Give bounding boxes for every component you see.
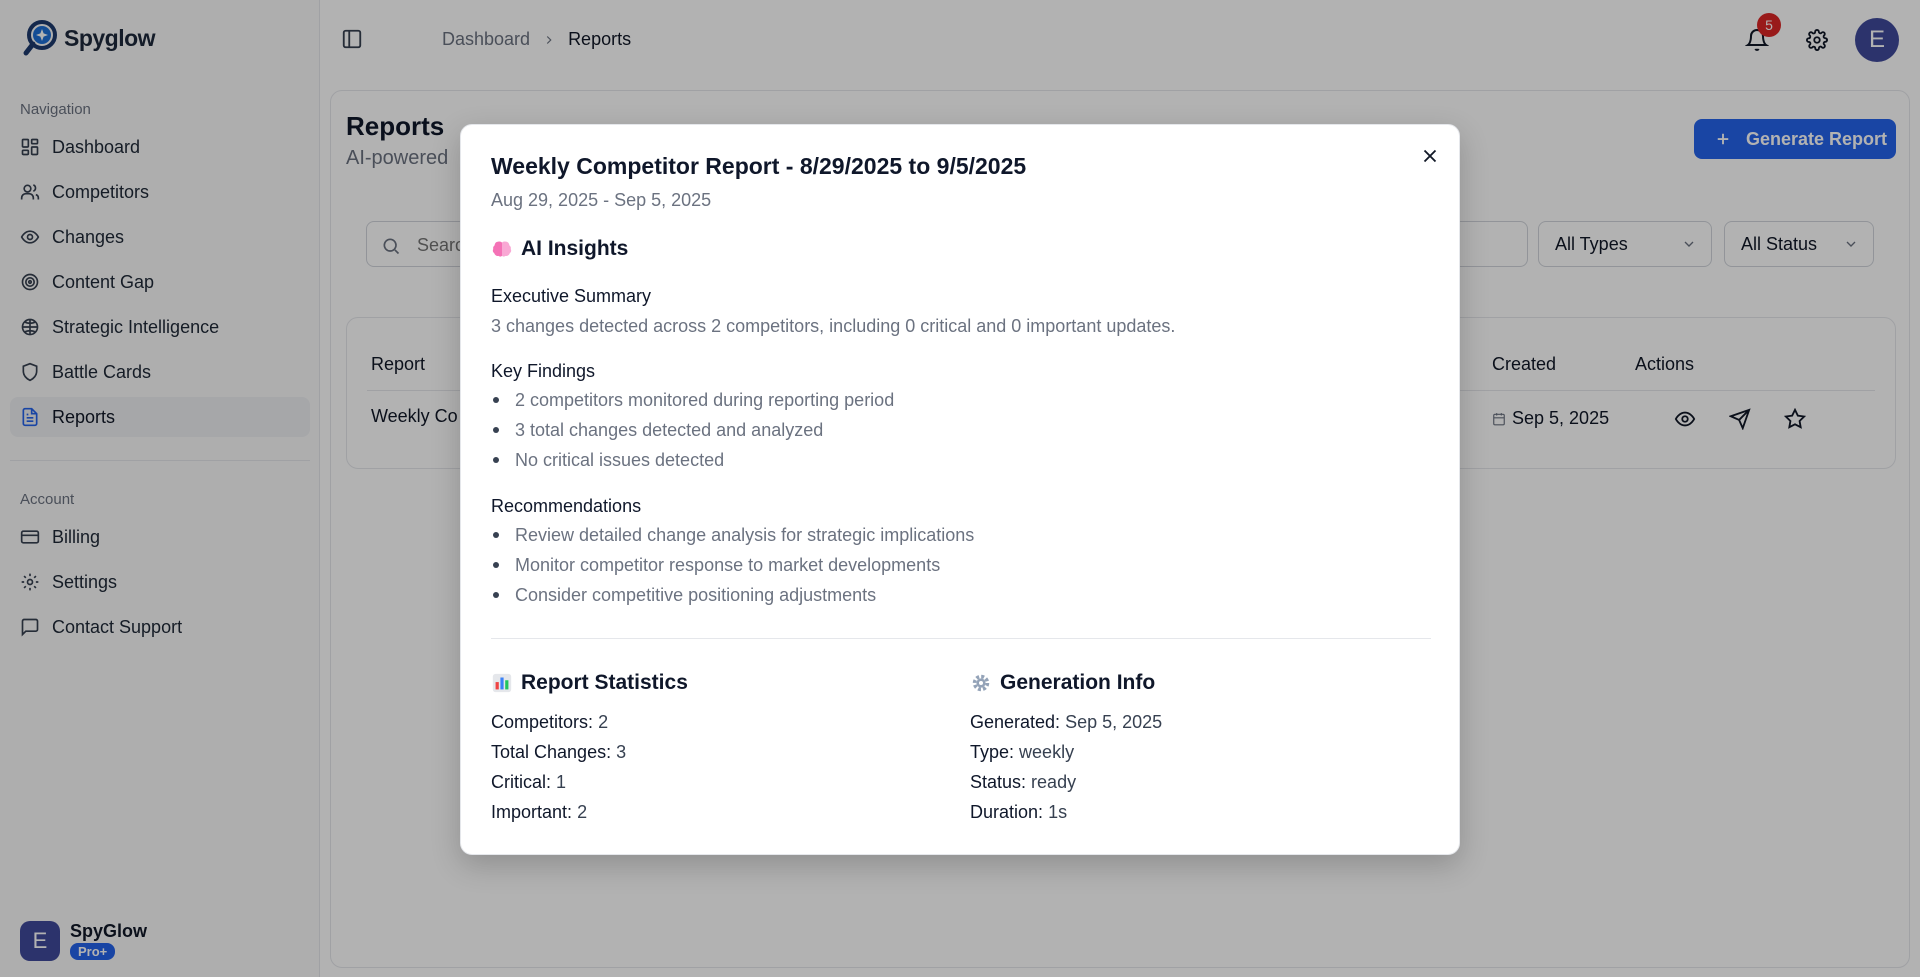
stat-important: Important: 2 <box>491 802 588 822</box>
recommendations-list: Review detailed change analysis for stra… <box>491 520 974 610</box>
report-detail-modal: Weekly Competitor Report - 8/29/2025 to … <box>460 124 1460 855</box>
generation-info-heading: Generation Info <box>970 671 1155 695</box>
stat-competitors: Competitors: 2 <box>491 712 609 732</box>
list-item: 3 total changes detected and analyzed <box>491 415 894 445</box>
generation-info-title: Generation Info <box>1000 671 1156 694</box>
brain-icon <box>492 241 512 257</box>
executive-summary-label: Executive Summary <box>491 286 652 306</box>
ai-insights-heading: AI Insights <box>491 237 628 261</box>
modal-divider <box>491 638 1431 639</box>
gen-type: Type: weekly <box>970 742 1075 762</box>
gen-duration: Duration: 1s <box>970 802 1068 822</box>
list-item: Consider competitive positioning adjustm… <box>491 580 974 610</box>
report-statistics-heading: Report Statistics <box>491 671 688 695</box>
list-item: Monitor competitor response to market de… <box>491 550 974 580</box>
list-item: No critical issues detected <box>491 445 894 475</box>
recommendations-label: Recommendations <box>491 496 642 516</box>
close-icon[interactable] <box>1419 145 1441 167</box>
stat-critical: Critical: 1 <box>491 772 567 792</box>
modal-title: Weekly Competitor Report - 8/29/2025 to … <box>491 153 1027 179</box>
list-item: 2 competitors monitored during reporting… <box>491 385 894 415</box>
bar-chart-icon <box>492 673 512 693</box>
key-findings-list: 2 competitors monitored during reporting… <box>491 385 894 475</box>
gen-status: Status: ready <box>970 772 1077 792</box>
report-statistics-title: Report Statistics <box>521 671 688 694</box>
gen-generated: Generated: Sep 5, 2025 <box>970 712 1163 732</box>
key-findings-label: Key Findings <box>491 361 596 381</box>
stat-total-changes: Total Changes: 3 <box>491 742 627 762</box>
modal-date-range: Aug 29, 2025 - Sep 5, 2025 <box>491 190 712 210</box>
executive-summary-text: 3 changes detected across 2 competitors,… <box>491 316 1176 336</box>
ai-insights-title: AI Insights <box>521 237 629 260</box>
list-item: Review detailed change analysis for stra… <box>491 520 974 550</box>
gear-icon <box>972 674 990 692</box>
